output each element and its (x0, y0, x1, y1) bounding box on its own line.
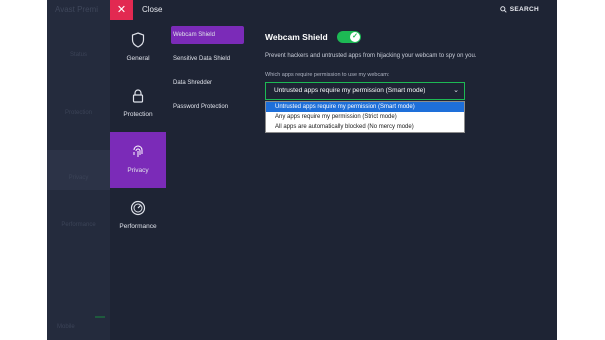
category-column: General Protection Privacy Performance (110, 20, 167, 340)
page-title: Webcam Shield (265, 32, 328, 42)
webcam-shield-toggle[interactable]: ✓ (337, 31, 361, 43)
top-bar (110, 0, 557, 20)
option-strict-mode[interactable]: Any apps require my permission (Strict m… (266, 112, 464, 122)
close-label[interactable]: Close (142, 0, 162, 20)
close-icon[interactable]: ✕ (110, 0, 133, 20)
category-label: Performance (119, 223, 157, 230)
search-label: SEARCH (509, 6, 539, 13)
select-value: Untrusted apps require my permission (Sm… (274, 87, 426, 94)
background-item-protection: Protection (64, 110, 92, 116)
category-performance[interactable]: Performance (110, 188, 166, 244)
background-logo: Avast Premi (55, 5, 98, 14)
description-text: Prevent hackers and untrusted apps from … (265, 53, 477, 59)
category-protection[interactable]: Protection (110, 76, 166, 132)
search-icon (499, 6, 507, 13)
background-item-privacy: Privacy (47, 150, 110, 190)
category-label: General (126, 55, 150, 62)
content-panel: Webcam Shield ✓ Prevent hackers and untr… (265, 20, 555, 340)
background-footer: Mobile (57, 324, 75, 330)
subnav-item-data-shredder[interactable]: Data Shredder (171, 74, 244, 92)
category-label: Privacy (127, 167, 149, 174)
category-label: Protection (123, 111, 153, 118)
fingerprint-icon (110, 144, 166, 160)
shield-icon (110, 32, 166, 48)
background-sidebar: Avast Premi Status Protection Privacy Pe… (47, 0, 110, 340)
search-button[interactable]: SEARCH (499, 0, 539, 20)
permission-question: Which apps require permission to use my … (265, 72, 390, 78)
permission-mode-select[interactable]: Untrusted apps require my permission (Sm… (265, 82, 465, 100)
gauge-icon (110, 200, 166, 216)
option-no-mercy-mode[interactable]: All apps are automatically blocked (No m… (266, 122, 464, 132)
background-indicator (95, 316, 105, 318)
subnav: Webcam Shield Sensitive Data Shield Data… (166, 20, 251, 340)
background-item-status: Status (69, 52, 87, 58)
subnav-item-webcam-shield[interactable]: Webcam Shield (171, 26, 244, 44)
chevron-down-icon: ⌄ (453, 87, 459, 94)
subnav-item-sensitive-data-shield[interactable]: Sensitive Data Shield (171, 50, 244, 68)
option-smart-mode[interactable]: Untrusted apps require my permission (Sm… (266, 102, 464, 112)
check-icon: ✓ (350, 32, 360, 42)
settings-window: Avast Premi Status Protection Privacy Pe… (47, 0, 557, 340)
category-privacy[interactable]: Privacy (110, 132, 166, 188)
category-general[interactable]: General (110, 20, 166, 76)
background-item-performance: Performance (61, 222, 96, 228)
subnav-item-password-protection[interactable]: Password Protection (171, 98, 244, 116)
dropdown-options: Untrusted apps require my permission (Sm… (265, 101, 465, 133)
lock-icon (110, 88, 166, 104)
